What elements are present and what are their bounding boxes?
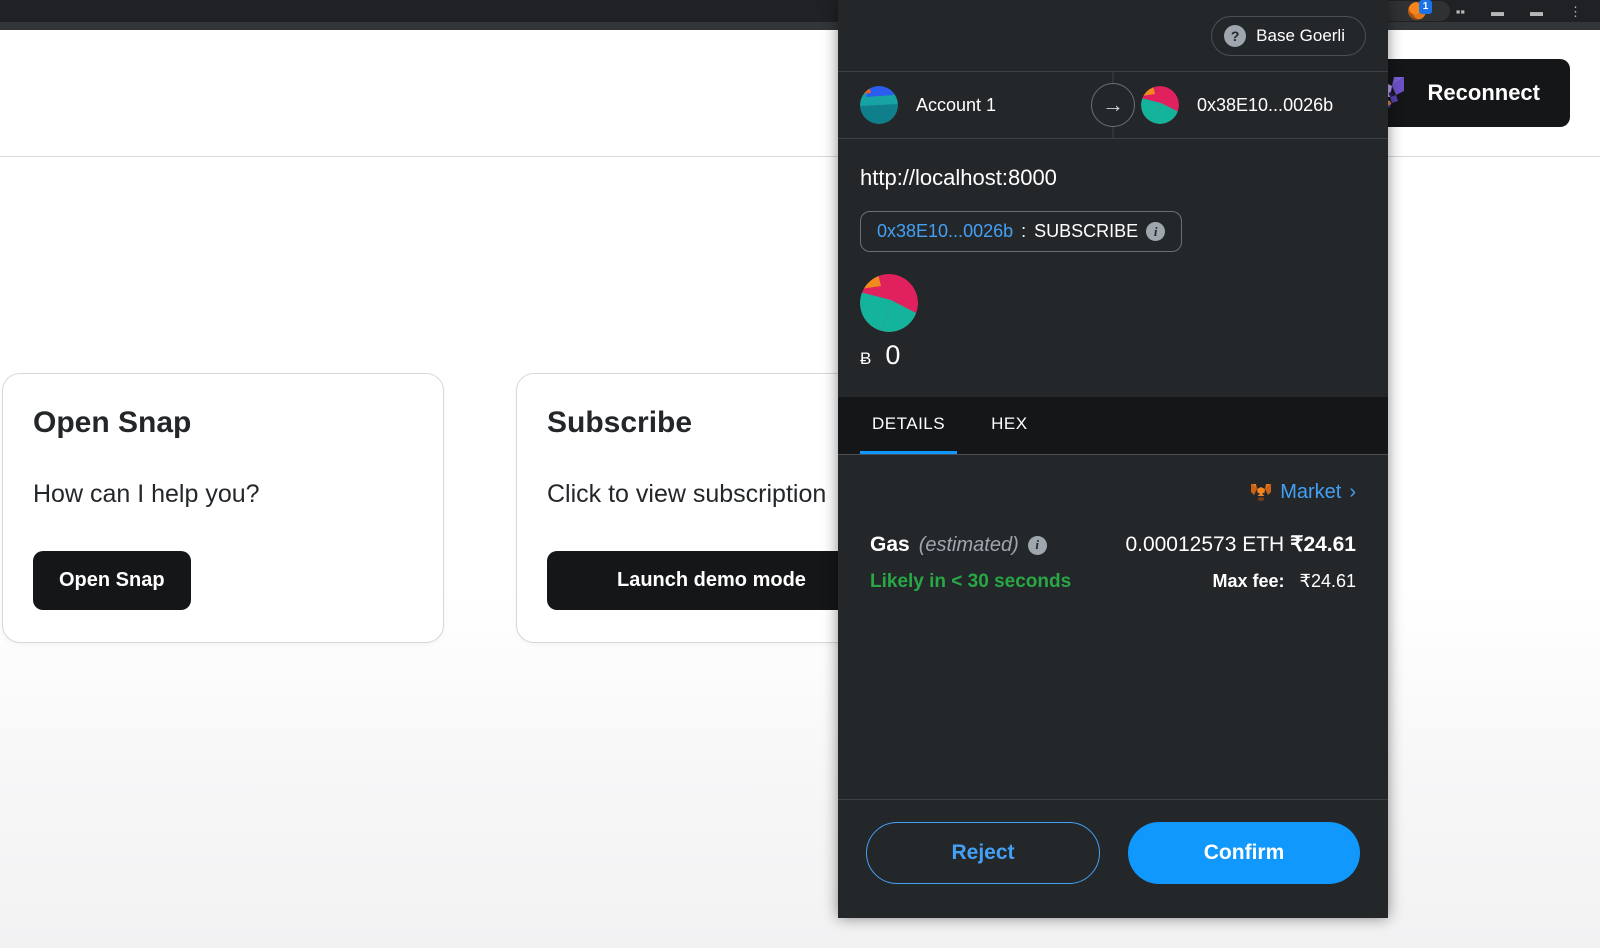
market-label: Market	[1280, 481, 1342, 503]
profile-icon[interactable]: ▬	[1491, 5, 1504, 18]
question-mark-icon: ?	[1224, 25, 1247, 47]
metamask-confirmation-popup: ? Base Goerli Account 1 → 0x38E10...0026…	[838, 0, 1388, 918]
metamask-extension-icon[interactable]: 1	[1407, 0, 1433, 22]
market-row: Market ›	[870, 481, 1356, 504]
reject-button[interactable]: Reject	[866, 822, 1100, 884]
contract-method-pill[interactable]: 0x38E10...0026b : SUBSCRIBE i	[860, 211, 1183, 252]
gas-info-icon[interactable]: i	[1027, 535, 1047, 555]
gas-estimated-label: (estimated)	[918, 533, 1019, 556]
open-snap-button[interactable]: Open Snap	[33, 551, 191, 610]
max-fee-value: ₹24.61	[1299, 571, 1357, 591]
sender-account-name: Account 1	[916, 94, 997, 115]
tab-details[interactable]: DETAILS	[860, 397, 958, 454]
gas-amount-fiat: ₹24.61	[1290, 533, 1356, 556]
market-link[interactable]: Market ›	[1250, 481, 1356, 504]
details-panel: Market › Gas (estimated) i 0.00012573 ET…	[838, 455, 1388, 799]
recipient-account[interactable]: 0x38E10...0026b	[1107, 86, 1388, 124]
metamask-network-row: ? Base Goerli	[838, 0, 1388, 56]
puzzle-icon[interactable]: ▪▪	[1456, 5, 1465, 18]
gas-amount-eth: 0.00012573 ETH	[1125, 533, 1285, 556]
network-label: Base Goerli	[1256, 26, 1345, 45]
reconnect-label: Reconnect	[1427, 80, 1540, 105]
amount-value: 0	[885, 340, 901, 370]
gas-speed-label: Likely in < 30 seconds	[870, 571, 1072, 592]
recipient-address: 0x38E10...0026b	[1197, 94, 1334, 115]
amount-row: Ƀ 0	[860, 340, 1366, 371]
contract-separator: :	[1021, 221, 1027, 241]
fox-icon	[1251, 483, 1272, 501]
window-icon[interactable]: ▬	[1530, 5, 1543, 18]
arrow-glyph: →	[1102, 92, 1124, 117]
gas-row: Gas (estimated) i 0.00012573 ETH ₹24.61	[870, 532, 1356, 557]
accounts-transfer-row: Account 1 → 0x38E10...0026b	[838, 71, 1388, 139]
card-open-snap: Open Snap How can I help you? Open Snap	[2, 373, 444, 643]
origin-url: http://localhost:8000	[860, 165, 1057, 190]
menu-icon[interactable]: ⋮	[1569, 5, 1582, 18]
transfer-arrow-icon: →	[1091, 83, 1135, 127]
gas-label: Gas	[870, 533, 910, 556]
tab-hex[interactable]: HEX	[979, 397, 1039, 454]
gas-label-group: Gas (estimated) i	[870, 533, 1047, 557]
card-description: How can I help you?	[33, 480, 260, 508]
gas-amount-group: 0.00012573 ETH ₹24.61	[1125, 532, 1356, 557]
info-icon[interactable]: i	[1146, 222, 1166, 241]
chevron-right-icon: ›	[1349, 481, 1356, 503]
max-fee-group: Max fee: ₹24.61	[1212, 571, 1356, 592]
contract-address: 0x38E10...0026b	[877, 221, 1014, 241]
launch-demo-mode-button[interactable]: Launch demo mode	[547, 551, 876, 610]
max-fee-label: Max fee:	[1212, 571, 1285, 591]
contract-method: SUBSCRIBE	[1034, 221, 1139, 241]
network-selector[interactable]: ? Base Goerli	[1211, 16, 1366, 56]
confirm-button[interactable]: Confirm	[1128, 822, 1360, 884]
sender-avatar	[860, 86, 898, 124]
sender-account[interactable]: Account 1	[838, 86, 1107, 124]
recipient-avatar	[1141, 86, 1179, 124]
card-title: Open Snap	[33, 406, 192, 439]
gas-speed-row: Likely in < 30 seconds Max fee: ₹24.61	[870, 571, 1356, 593]
transaction-amount-block: Ƀ 0	[860, 274, 1366, 397]
token-avatar	[860, 274, 918, 332]
transaction-origin-section: http://localhost:8000 0x38E10...0026b : …	[838, 139, 1388, 397]
currency-symbol: Ƀ	[860, 349, 872, 368]
extension-badge-count: 1	[1418, 0, 1433, 14]
metamask-tabs: DETAILS HEX	[838, 397, 1388, 455]
confirmation-footer: Reject Confirm	[838, 799, 1388, 918]
